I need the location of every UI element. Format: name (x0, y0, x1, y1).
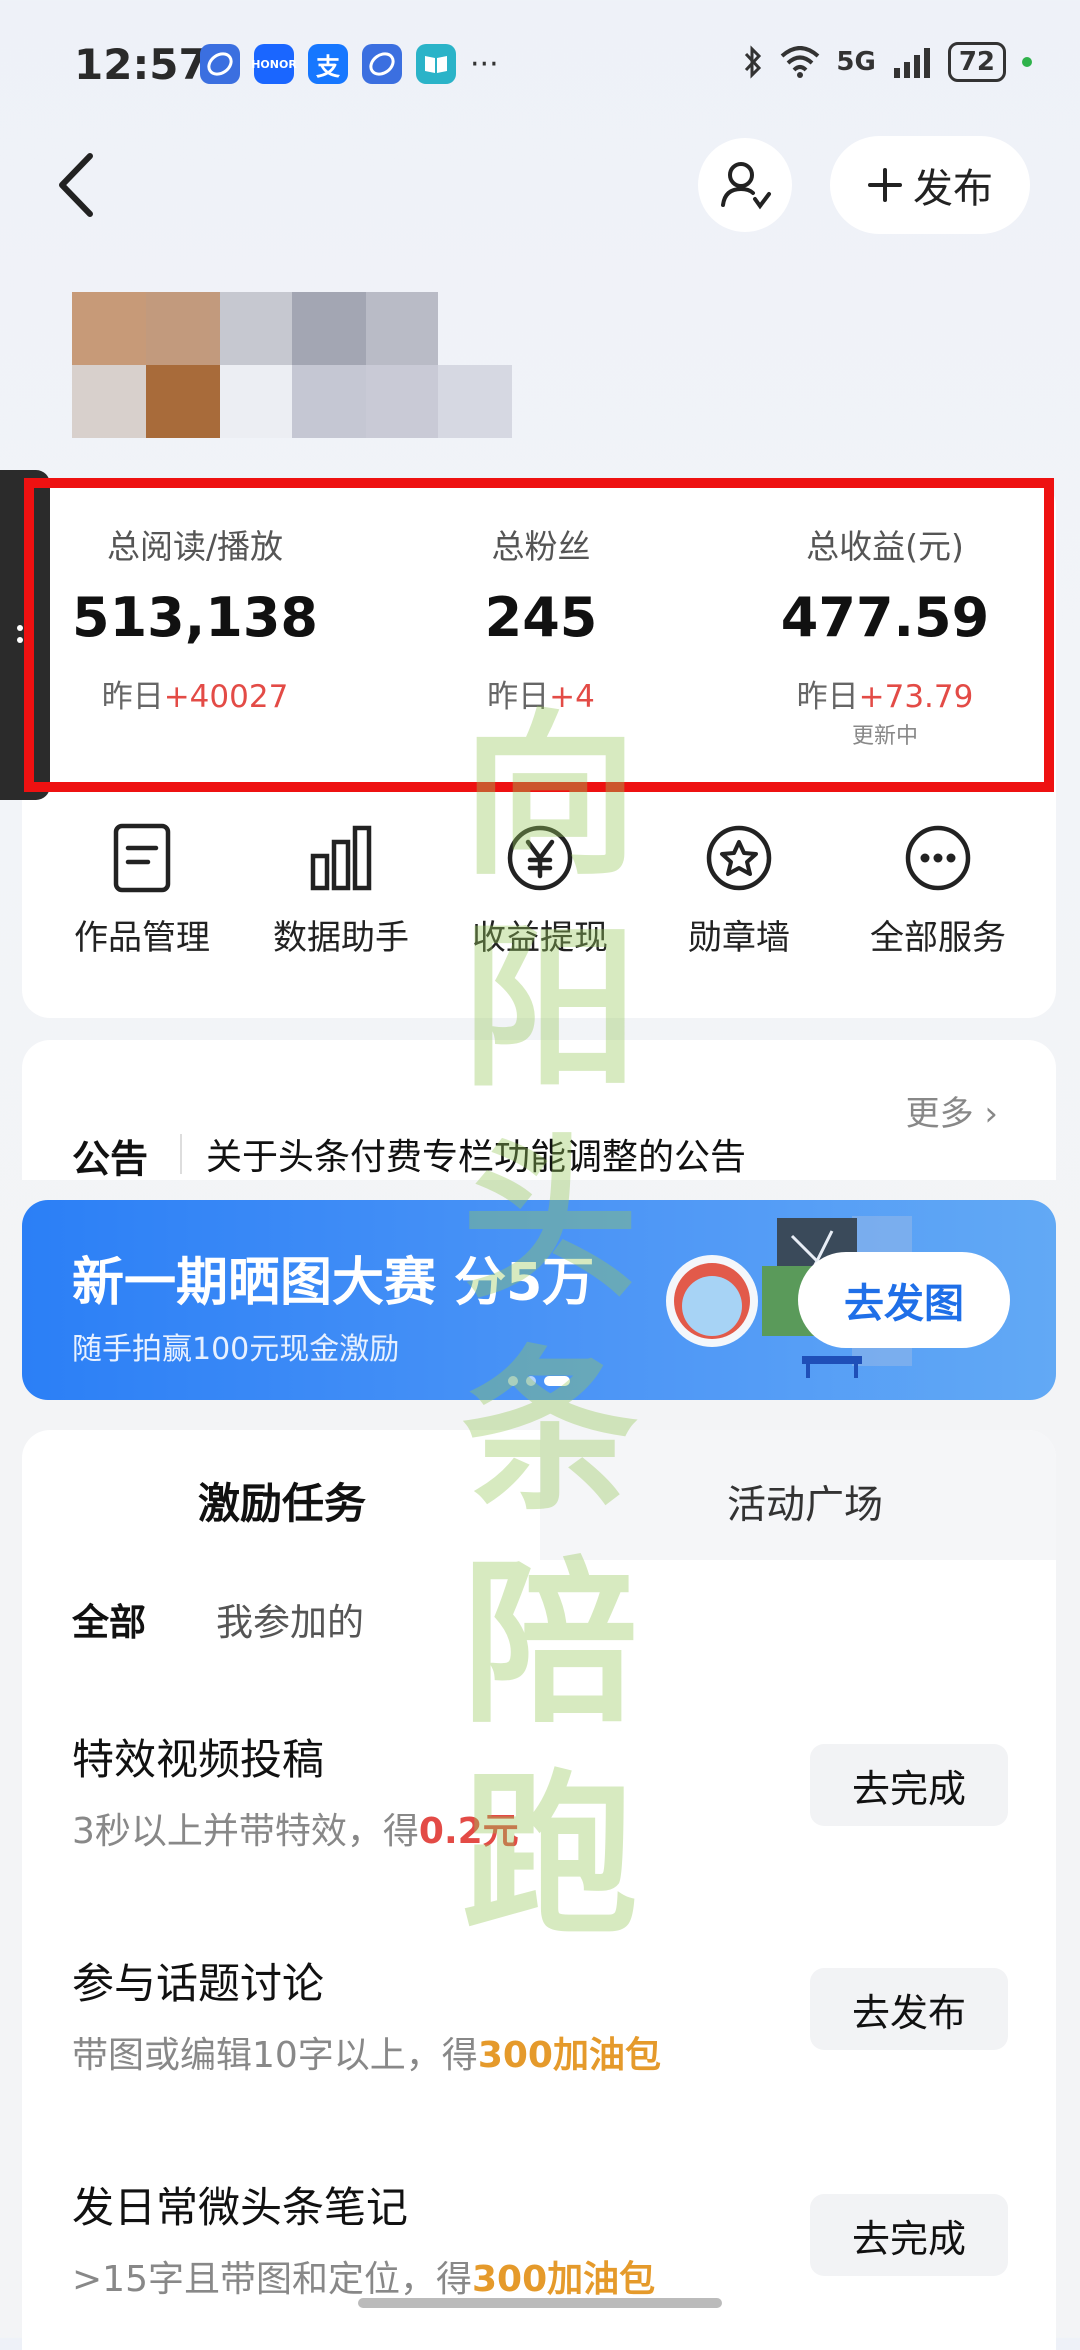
service-badge-wall[interactable]: 勋章墙 (639, 820, 839, 959)
browser-icon (362, 44, 402, 84)
banner-subtitle: 随手拍赢100元现金激励 (72, 1332, 400, 1367)
filter-all[interactable]: 全部 (72, 1592, 146, 1646)
stat-total-reads[interactable]: 总阅读/播放 513,138 昨日+40027 (30, 520, 360, 716)
service-works-management[interactable]: 作品管理 (42, 820, 242, 959)
service-label: 全部服务 (870, 918, 1006, 958)
stat-yesterday: 昨日+4 (487, 679, 595, 715)
stat-value: 513,138 (72, 586, 318, 649)
yen-icon (507, 825, 573, 891)
service-all-services[interactable]: 全部服务 (838, 820, 1038, 959)
task-complete-button[interactable]: 去完成 (810, 2194, 1008, 2276)
home-indicator[interactable] (358, 2298, 722, 2308)
publish-button[interactable]: 发布 (830, 136, 1030, 234)
tab-activity-plaza[interactable]: 活动广场 (727, 1474, 883, 1530)
blurred-account-name (72, 292, 512, 438)
stat-label: 总收益(元) (806, 527, 964, 566)
tab-incentive-tasks[interactable]: 激励任务 (198, 1470, 366, 1531)
author-profile-button[interactable] (698, 138, 792, 232)
task-complete-button[interactable]: 去完成 (810, 1744, 1008, 1826)
status-indicators: 5G 72 (742, 42, 1032, 82)
stat-total-income[interactable]: 总收益(元) 477.59 昨日+73.79 更新中 (720, 520, 1050, 750)
notice-more-link[interactable]: 更多 › (906, 1086, 998, 1135)
bar-chart-icon (310, 825, 372, 891)
photo-contest-banner[interactable]: 新一期晒图大赛 分5万 随手拍赢100元现金激励 去发图 (22, 1200, 1056, 1400)
banner-title: 新一期晒图大赛 分5万 (72, 1253, 595, 1313)
alipay-icon: 支 (308, 44, 348, 84)
more-icon (905, 825, 971, 891)
banner-action-button[interactable]: 去发图 (798, 1252, 1010, 1348)
wifi-icon (781, 46, 820, 78)
chevron-left-icon (59, 153, 93, 217)
reader-icon (416, 44, 456, 84)
document-icon (113, 823, 171, 893)
task-title: 发日常微头条笔记 (72, 2183, 409, 2232)
browser-icon (200, 44, 240, 84)
stat-label: 总阅读/播放 (106, 527, 284, 566)
stat-updating-note: 更新中 (851, 724, 918, 749)
publish-label: 发布 (913, 166, 993, 212)
service-label: 勋章墙 (688, 918, 790, 958)
stat-total-fans[interactable]: 总粉丝 245 昨日+4 (376, 520, 706, 716)
service-data-assistant[interactable]: 数据助手 (241, 820, 441, 959)
service-label: 作品管理 (74, 918, 210, 958)
service-label: 数据助手 (273, 918, 409, 958)
notice-text[interactable]: 关于头条付费专栏功能调整的公告 (206, 1128, 746, 1180)
signal-icon (893, 48, 930, 78)
back-button[interactable] (50, 150, 110, 220)
task-publish-button[interactable]: 去发布 (810, 1968, 1008, 2050)
stat-yesterday: 昨日+73.79 (796, 679, 974, 715)
status-time: 12:57 (74, 40, 208, 89)
task-title: 特效视频投稿 (72, 1735, 325, 1784)
task-title: 参与话题讨论 (72, 1959, 325, 2008)
notice-divider (180, 1134, 182, 1174)
stat-label: 总粉丝 (491, 527, 591, 566)
plus-icon (868, 168, 902, 202)
service-label: 收益提现 (472, 918, 608, 958)
stat-value: 245 (484, 586, 598, 649)
task-description: 3秒以上并带特效，得0.2元 (72, 1811, 519, 1852)
network-type: 5G (836, 47, 876, 77)
notice-tag: 公告 (72, 1137, 149, 1181)
privacy-dot (1022, 57, 1032, 67)
stat-yesterday: 昨日+40027 (101, 679, 289, 715)
status-app-icons: HONOR 支 ··· (200, 44, 499, 84)
service-income-withdraw[interactable]: 收益提现 (440, 820, 640, 959)
battery-indicator: 72 (947, 42, 1006, 82)
filter-joined[interactable]: 我参加的 (216, 1592, 364, 1646)
task-description: >15字且带图和定位，得300加油包 (72, 2259, 656, 2300)
stat-value: 477.59 (780, 586, 990, 649)
user-check-icon (721, 162, 771, 210)
more-notifications-icon: ··· (470, 46, 499, 82)
honor-icon: HONOR (251, 44, 297, 84)
bluetooth-icon (745, 45, 762, 79)
task-description: 带图或编辑10字以上，得300加油包 (72, 2035, 661, 2076)
badge-icon (706, 825, 772, 891)
carousel-indicator (508, 1376, 570, 1386)
